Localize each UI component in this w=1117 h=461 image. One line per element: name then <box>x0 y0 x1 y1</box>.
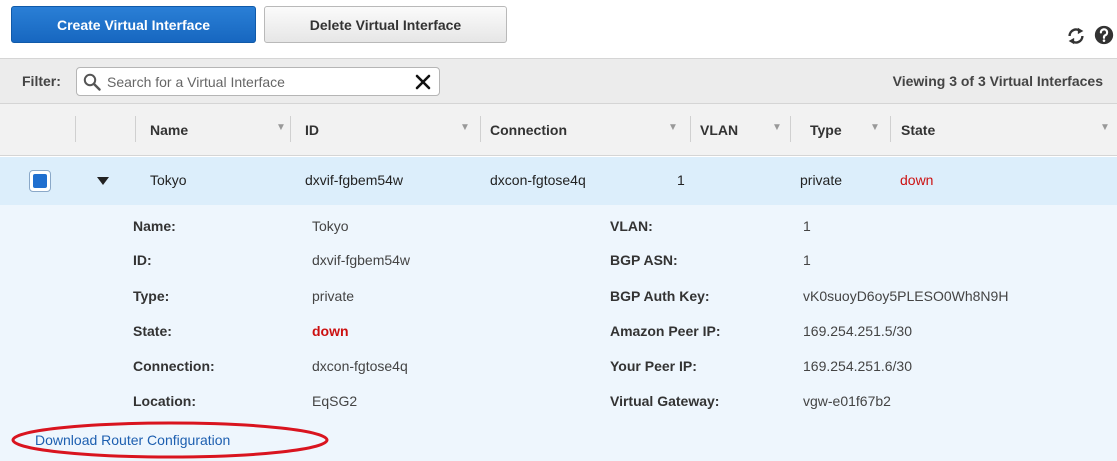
detail-label: Location: <box>133 393 196 409</box>
sort-icon[interactable]: ▼ <box>668 122 678 136</box>
filter-label: Filter: <box>22 73 61 89</box>
cell-state: down <box>900 172 934 188</box>
column-header-type[interactable]: Type <box>810 122 842 138</box>
detail-value: Tokyo <box>312 218 349 234</box>
detail-label: Connection: <box>133 358 215 374</box>
viewing-count: Viewing 3 of 3 Virtual Interfaces <box>892 73 1103 89</box>
sort-icon[interactable]: ▼ <box>870 122 880 136</box>
column-header-connection[interactable]: Connection <box>490 122 567 138</box>
checkbox-checked-mark <box>33 174 47 188</box>
help-icon[interactable] <box>1093 24 1115 46</box>
cell-name: Tokyo <box>150 172 187 188</box>
detail-value: EqSG2 <box>312 393 358 409</box>
sort-icon[interactable]: ▼ <box>772 122 782 136</box>
detail-value: 169.254.251.5/30 <box>803 323 912 339</box>
column-header-state[interactable]: State <box>901 122 935 138</box>
detail-label: Name: <box>133 218 176 234</box>
refresh-icon[interactable] <box>1065 25 1087 47</box>
column-header-name[interactable]: Name <box>150 122 188 138</box>
detail-value: vK0suoyD6oy5PLESO0Wh8N9H <box>803 288 1009 304</box>
cell-type: private <box>800 172 843 188</box>
detail-value: private <box>312 288 355 304</box>
table-header: Name ▼ ID ▼ Connection ▼ VLAN ▼ Type ▼ S… <box>0 104 1117 156</box>
detail-label: Virtual Gateway: <box>610 393 720 409</box>
column-header-vlan[interactable]: VLAN <box>700 122 738 138</box>
search-input[interactable] <box>107 71 407 93</box>
detail-value: dxcon-fgtose4q <box>312 358 408 374</box>
create-virtual-interface-button[interactable]: Create Virtual Interface <box>11 6 256 43</box>
expand-icon[interactable] <box>96 175 110 187</box>
detail-label: Type: <box>133 288 170 304</box>
detail-value: 1 <box>803 252 811 268</box>
search-box[interactable] <box>76 67 440 96</box>
column-divider <box>75 116 76 142</box>
toolbar: Create Virtual Interface Delete Virtual … <box>0 0 1117 58</box>
detail-label: VLAN: <box>610 218 653 234</box>
detail-label: ID: <box>133 252 152 268</box>
detail-label: State: <box>133 323 172 339</box>
sort-icon[interactable]: ▼ <box>460 122 470 136</box>
detail-value: dxvif-fgbem54w <box>312 252 411 268</box>
detail-value: 169.254.251.6/30 <box>803 358 912 374</box>
row-checkbox[interactable] <box>29 170 51 192</box>
cell-vlan: 1 <box>677 172 685 188</box>
column-divider <box>290 116 291 142</box>
detail-value: vgw-e01f67b2 <box>803 393 891 409</box>
sort-icon[interactable]: ▼ <box>1100 122 1110 136</box>
detail-value-state: down <box>312 323 349 339</box>
column-divider <box>690 116 691 142</box>
download-router-configuration-link[interactable]: Download Router Configuration <box>35 432 230 448</box>
column-divider <box>790 116 791 142</box>
clear-icon[interactable] <box>414 73 432 91</box>
cell-connection: dxcon-fgtose4q <box>490 172 586 188</box>
column-divider <box>480 116 481 142</box>
sort-icon[interactable]: ▼ <box>276 122 286 136</box>
column-header-id[interactable]: ID <box>305 122 319 138</box>
detail-value: 1 <box>803 218 811 234</box>
detail-label: Amazon Peer IP: <box>610 323 721 339</box>
delete-virtual-interface-button[interactable]: Delete Virtual Interface <box>264 6 507 43</box>
column-divider <box>890 116 891 142</box>
cell-id: dxvif-fgbem54w <box>305 172 404 188</box>
detail-label: BGP ASN: <box>610 252 678 268</box>
column-divider <box>135 116 136 142</box>
detail-panel: Name: Tokyo ID: dxvif-fgbem54w Type: pri… <box>0 205 1117 461</box>
detail-label: BGP Auth Key: <box>610 288 710 304</box>
search-icon <box>83 73 101 91</box>
detail-label: Your Peer IP: <box>610 358 697 374</box>
filter-bar: Filter: Viewing 3 of 3 Virtual Interface… <box>0 58 1117 104</box>
table-row[interactable]: Tokyo dxvif-fgbem54w dxcon-fgtose4q 1 pr… <box>0 157 1117 205</box>
